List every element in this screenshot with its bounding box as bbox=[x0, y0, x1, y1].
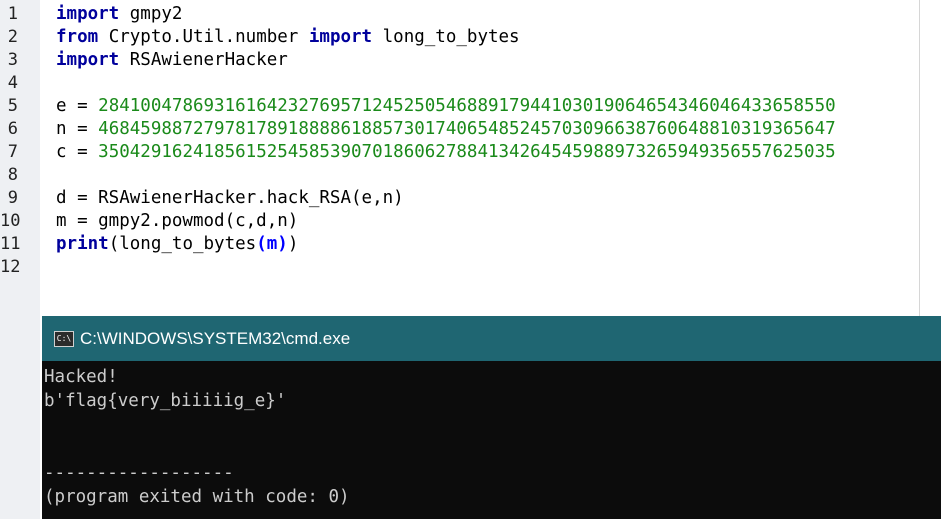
code-token: n = bbox=[56, 119, 99, 139]
line-number: 8 bbox=[7, 165, 18, 185]
code-line[interactable] bbox=[56, 164, 941, 187]
line-number: 3 bbox=[7, 50, 18, 70]
code-token: long_to_bytes bbox=[372, 27, 520, 47]
code-token: d = RSAwienerHacker.hack_RSA(e,n) bbox=[56, 188, 404, 208]
code-line[interactable] bbox=[56, 72, 941, 95]
code-line[interactable]: import RSAwienerHacker bbox=[56, 49, 941, 72]
keyword-token: from bbox=[56, 27, 99, 47]
cmd-window-title: C:\WINDOWS\SYSTEM32\cmd.exe bbox=[80, 328, 351, 348]
code-line[interactable]: n = 468459887279781789188886188573017406… bbox=[56, 118, 941, 141]
code-line[interactable]: e = 284100478693161642327695712452505468… bbox=[56, 95, 941, 118]
line-number: 1 bbox=[7, 4, 18, 24]
code-token: ) bbox=[287, 234, 299, 254]
code-area[interactable]: import gmpy2 from Crypto.Util.number impo… bbox=[56, 3, 941, 279]
line-number: 4 bbox=[7, 73, 18, 93]
line-number: 6 bbox=[7, 119, 18, 139]
code-token: e = bbox=[56, 96, 99, 116]
code-token: gmpy2 bbox=[119, 4, 183, 24]
line-number: 11 bbox=[0, 234, 21, 254]
line-number: 7 bbox=[7, 142, 18, 162]
code-line[interactable]: m = gmpy2.powmod(c,d,n) bbox=[56, 210, 941, 233]
cmd-window-icon: C:\ bbox=[54, 330, 74, 347]
code-token: Crypto.Util.number bbox=[98, 27, 309, 47]
number-literal: 4684598872797817891888861885730174065485… bbox=[98, 119, 836, 139]
editor-edge-line bbox=[919, 0, 920, 318]
console-line: (program exited with code: 0) bbox=[44, 487, 350, 507]
bracket-token: (m) bbox=[256, 234, 288, 254]
code-line[interactable]: d = RSAwienerHacker.hack_RSA(e,n) bbox=[56, 187, 941, 210]
keyword-token: import bbox=[56, 50, 120, 70]
line-number: 12 bbox=[0, 257, 21, 277]
number-literal: 3504291624185615254585390701860627884134… bbox=[98, 142, 836, 162]
line-number: 10 bbox=[0, 211, 21, 231]
cmd-window[interactable]: C:\ C:\WINDOWS\SYSTEM32\cmd.exe Hacked! b… bbox=[42, 316, 941, 519]
keyword-token: print bbox=[56, 234, 109, 254]
code-token: (long_to_bytes bbox=[108, 234, 257, 254]
line-number: 5 bbox=[7, 96, 18, 116]
cmd-titlebar[interactable]: C:\ C:\WINDOWS\SYSTEM32\cmd.exe bbox=[42, 316, 941, 361]
keyword-token: import bbox=[308, 27, 373, 47]
code-token: m = gmpy2.powmod(c,d,n) bbox=[56, 211, 299, 231]
code-line[interactable]: c = 350429162418561525458539070186062788… bbox=[56, 141, 941, 164]
keyword-token: import bbox=[56, 4, 120, 24]
code-token: RSAwienerHacker bbox=[119, 50, 288, 70]
code-line[interactable]: import gmpy2 bbox=[56, 3, 941, 26]
line-number: 9 bbox=[7, 188, 18, 208]
number-literal: 2841004786931616423276957124525054688917… bbox=[98, 96, 836, 116]
code-line[interactable] bbox=[56, 256, 941, 279]
code-line[interactable]: from Crypto.Util.number import long_to_b… bbox=[56, 26, 941, 49]
line-number: 2 bbox=[7, 27, 18, 47]
console-line: b'flag{very_biiiiig_e}' bbox=[44, 391, 287, 411]
console-line: Hacked! bbox=[44, 367, 118, 387]
console-output: Hacked! b'flag{very_biiiiig_e}' ----------… bbox=[42, 361, 941, 509]
code-token: c = bbox=[56, 142, 99, 162]
console-line: ------------------ bbox=[44, 463, 234, 483]
code-line[interactable]: print(long_to_bytes(m)) bbox=[56, 233, 941, 256]
